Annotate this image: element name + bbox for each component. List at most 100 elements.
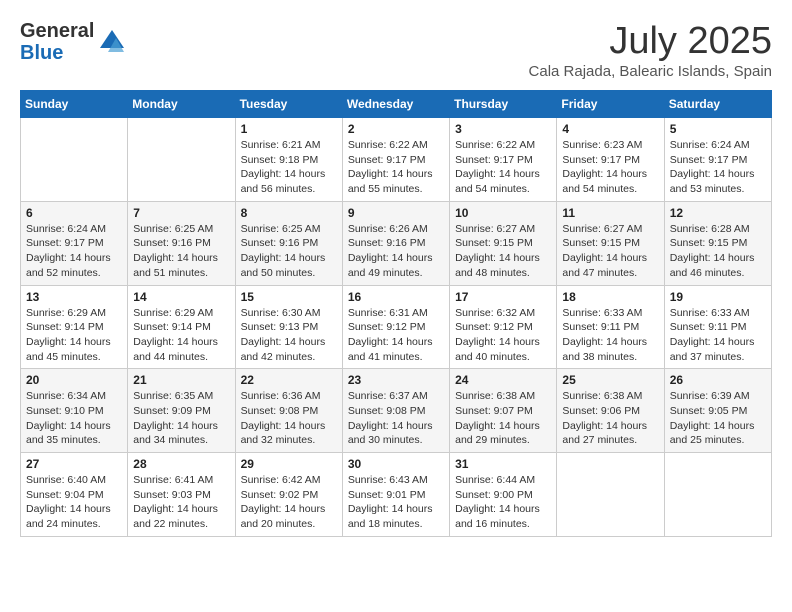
calendar-cell: 16Sunrise: 6:31 AMSunset: 9:12 PMDayligh… — [342, 285, 449, 369]
day-number: 2 — [348, 122, 444, 136]
calendar-cell: 8Sunrise: 6:25 AMSunset: 9:16 PMDaylight… — [235, 201, 342, 285]
weekday-header-sunday: Sunday — [21, 91, 128, 118]
sunrise-text: Sunrise: 6:32 AM — [455, 306, 551, 321]
calendar-cell: 12Sunrise: 6:28 AMSunset: 9:15 PMDayligh… — [664, 201, 771, 285]
day-info: Sunrise: 6:30 AMSunset: 9:13 PMDaylight:… — [241, 306, 337, 365]
calendar-cell: 22Sunrise: 6:36 AMSunset: 9:08 PMDayligh… — [235, 369, 342, 453]
sunset-text: Sunset: 9:11 PM — [562, 320, 658, 335]
day-info: Sunrise: 6:24 AMSunset: 9:17 PMDaylight:… — [670, 138, 766, 197]
day-info: Sunrise: 6:41 AMSunset: 9:03 PMDaylight:… — [133, 473, 229, 532]
sunset-text: Sunset: 9:09 PM — [133, 404, 229, 419]
location-title: Cala Rajada, Balearic Islands, Spain — [529, 63, 772, 80]
day-info: Sunrise: 6:34 AMSunset: 9:10 PMDaylight:… — [26, 389, 122, 448]
day-info: Sunrise: 6:27 AMSunset: 9:15 PMDaylight:… — [455, 222, 551, 281]
sunset-text: Sunset: 9:11 PM — [670, 320, 766, 335]
sunrise-text: Sunrise: 6:23 AM — [562, 138, 658, 153]
sunset-text: Sunset: 9:03 PM — [133, 488, 229, 503]
calendar-cell: 19 Sunrise: 6:33 AMSunset: 9:11 PMDayligh… — [664, 285, 771, 369]
daylight-text: Daylight: 14 hours and 29 minutes. — [455, 419, 551, 448]
calendar-cell: 7Sunrise: 6:25 AMSunset: 9:16 PMDaylight… — [128, 201, 235, 285]
daylight-text: Daylight: 14 hours and 54 minutes. — [562, 167, 658, 196]
day-number: 12 — [670, 206, 766, 220]
day-number: 17 — [455, 290, 551, 304]
day-info: Sunrise: 6:22 AMSunset: 9:17 PMDaylight:… — [348, 138, 444, 197]
calendar-cell: 15Sunrise: 6:30 AMSunset: 9:13 PMDayligh… — [235, 285, 342, 369]
sunset-text: Sunset: 9:18 PM — [241, 153, 337, 168]
calendar-cell: 21Sunrise: 6:35 AMSunset: 9:09 PMDayligh… — [128, 369, 235, 453]
weekday-header-wednesday: Wednesday — [342, 91, 449, 118]
sunset-text: Sunset: 9:14 PM — [26, 320, 122, 335]
day-number: 29 — [241, 457, 337, 471]
calendar-cell: 26Sunrise: 6:39 AMSunset: 9:05 PMDayligh… — [664, 369, 771, 453]
sunrise-text: Sunrise: 6:38 AM — [562, 389, 658, 404]
day-info: Sunrise: 6:36 AMSunset: 9:08 PMDaylight:… — [241, 389, 337, 448]
daylight-text: Daylight: 14 hours and 42 minutes. — [241, 335, 337, 364]
daylight-text: Daylight: 14 hours and 40 minutes. — [455, 335, 551, 364]
sunrise-text: Sunrise: 6:33 AM — [562, 306, 658, 321]
day-info: Sunrise: 6:23 AMSunset: 9:17 PMDaylight:… — [562, 138, 658, 197]
day-number: 13 — [26, 290, 122, 304]
day-number: 25 — [562, 373, 658, 387]
sunrise-text: Sunrise: 6:27 AM — [455, 222, 551, 237]
calendar-cell: 13 Sunrise: 6:29 AMSunset: 9:14 PMDayligh… — [21, 285, 128, 369]
sunset-text: Sunset: 9:05 PM — [670, 404, 766, 419]
calendar-cell: 6Sunrise: 6:24 AMSunset: 9:17 PMDaylight… — [21, 201, 128, 285]
calendar-cell: 14Sunrise: 6:29 AMSunset: 9:14 PMDayligh… — [128, 285, 235, 369]
day-info: Sunrise: 6:24 AMSunset: 9:17 PMDaylight:… — [26, 222, 122, 281]
day-info: Sunrise: 6:27 AMSunset: 9:15 PMDaylight:… — [562, 222, 658, 281]
daylight-text: Daylight: 14 hours and 45 minutes. — [26, 335, 122, 364]
day-info: Sunrise: 6:29 AMSunset: 9:14 PMDaylight:… — [26, 306, 122, 365]
daylight-text: Daylight: 14 hours and 47 minutes. — [562, 251, 658, 280]
sunset-text: Sunset: 9:15 PM — [455, 236, 551, 251]
day-info: Sunrise: 6:38 AMSunset: 9:06 PMDaylight:… — [562, 389, 658, 448]
sunset-text: Sunset: 9:08 PM — [241, 404, 337, 419]
calendar-cell: 10Sunrise: 6:27 AMSunset: 9:15 PMDayligh… — [450, 201, 557, 285]
calendar-cell: 1Sunrise: 6:21 AMSunset: 9:18 PMDaylight… — [235, 118, 342, 202]
daylight-text: Daylight: 14 hours and 48 minutes. — [455, 251, 551, 280]
month-title: July 2025 — [529, 20, 772, 63]
calendar-cell: 20Sunrise: 6:34 AMSunset: 9:10 PMDayligh… — [21, 369, 128, 453]
sunrise-text: Sunrise: 6:40 AM — [26, 473, 122, 488]
daylight-text: Daylight: 14 hours and 24 minutes. — [26, 502, 122, 531]
sunset-text: Sunset: 9:06 PM — [562, 404, 658, 419]
weekday-header-saturday: Saturday — [664, 91, 771, 118]
sunset-text: Sunset: 9:00 PM — [455, 488, 551, 503]
weekday-header-row: SundayMondayTuesdayWednesdayThursdayFrid… — [21, 91, 772, 118]
day-number: 21 — [133, 373, 229, 387]
sunset-text: Sunset: 9:15 PM — [670, 236, 766, 251]
day-number: 28 — [133, 457, 229, 471]
day-info: Sunrise: 6:33 AMSunset: 9:11 PMDaylight:… — [562, 306, 658, 365]
daylight-text: Daylight: 14 hours and 54 minutes. — [455, 167, 551, 196]
sunrise-text: Sunrise: 6:25 AM — [241, 222, 337, 237]
sunset-text: Sunset: 9:12 PM — [455, 320, 551, 335]
sunset-text: Sunset: 9:15 PM — [562, 236, 658, 251]
sunrise-text: Sunrise: 6:38 AM — [455, 389, 551, 404]
day-info: Sunrise: 6:33 AMSunset: 9:11 PMDaylight:… — [670, 306, 766, 365]
daylight-text: Daylight: 14 hours and 46 minutes. — [670, 251, 766, 280]
daylight-text: Daylight: 14 hours and 55 minutes. — [348, 167, 444, 196]
sunset-text: Sunset: 9:08 PM — [348, 404, 444, 419]
day-number: 23 — [348, 373, 444, 387]
day-info: Sunrise: 6:21 AMSunset: 9:18 PMDaylight:… — [241, 138, 337, 197]
sunrise-text: Sunrise: 6:29 AM — [26, 306, 122, 321]
sunrise-text: Sunrise: 6:27 AM — [562, 222, 658, 237]
logo-icon — [98, 28, 126, 56]
calendar-week-5: 27Sunrise: 6:40 AMSunset: 9:04 PMDayligh… — [21, 453, 772, 537]
sunset-text: Sunset: 9:13 PM — [241, 320, 337, 335]
daylight-text: Daylight: 14 hours and 37 minutes. — [670, 335, 766, 364]
daylight-text: Daylight: 14 hours and 44 minutes. — [133, 335, 229, 364]
day-info: Sunrise: 6:32 AMSunset: 9:12 PMDaylight:… — [455, 306, 551, 365]
day-number: 19 — [670, 290, 766, 304]
daylight-text: Daylight: 14 hours and 41 minutes. — [348, 335, 444, 364]
calendar-cell: 11Sunrise: 6:27 AMSunset: 9:15 PMDayligh… — [557, 201, 664, 285]
title-section: July 2025 Cala Rajada, Balearic Islands,… — [529, 20, 772, 80]
daylight-text: Daylight: 14 hours and 35 minutes. — [26, 419, 122, 448]
calendar-cell: 9Sunrise: 6:26 AMSunset: 9:16 PMDaylight… — [342, 201, 449, 285]
daylight-text: Daylight: 14 hours and 22 minutes. — [133, 502, 229, 531]
calendar-cell: 27Sunrise: 6:40 AMSunset: 9:04 PMDayligh… — [21, 453, 128, 537]
daylight-text: Daylight: 14 hours and 38 minutes. — [562, 335, 658, 364]
sunset-text: Sunset: 9:12 PM — [348, 320, 444, 335]
weekday-header-tuesday: Tuesday — [235, 91, 342, 118]
sunrise-text: Sunrise: 6:22 AM — [455, 138, 551, 153]
day-number: 30 — [348, 457, 444, 471]
